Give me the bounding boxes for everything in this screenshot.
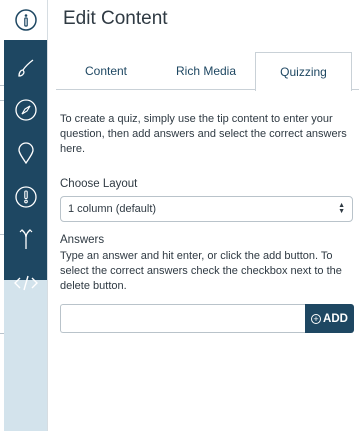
rail-button-embed[interactable] (4, 265, 47, 301)
map-pin-icon (15, 141, 37, 165)
choose-layout-label: Choose Layout (60, 178, 138, 190)
rail-button-navigate[interactable] (4, 90, 47, 130)
add-answer-row: + ADD (60, 304, 354, 333)
answer-input[interactable] (60, 304, 305, 333)
tab-divider (351, 89, 359, 90)
rail-button-info[interactable] (4, 0, 47, 40)
icon-rail (4, 0, 47, 431)
plus-circle-icon: + (311, 313, 322, 324)
tab-rich-media[interactable]: Rich Media (156, 52, 256, 90)
rail-button-alert[interactable] (4, 177, 47, 217)
info-icon (14, 8, 38, 32)
rail-button-location[interactable] (4, 133, 47, 173)
layout-select[interactable]: 1 column (default) ▲ ▼ (60, 196, 353, 222)
panel-title: Edit Content (63, 8, 168, 29)
add-button-label: ADD (323, 312, 348, 325)
layout-select-value: 1 column (default) (68, 203, 157, 215)
tab-content[interactable]: Content (56, 52, 156, 90)
alert-icon (14, 185, 38, 209)
tab-bar: Content Rich Media Quizzing (48, 52, 359, 91)
answers-help-text: Type an answer and hit enter, or click t… (60, 250, 342, 292)
brush-icon (15, 57, 37, 79)
select-arrows-icon: ▲ ▼ (338, 202, 345, 215)
compass-icon (14, 98, 38, 122)
rail-button-style[interactable] (4, 48, 47, 88)
tab-quizzing[interactable]: Quizzing (255, 52, 352, 91)
add-answer-button[interactable]: + ADD (305, 304, 354, 333)
quiz-section: To create a quiz, simply use the tip con… (60, 112, 354, 157)
edit-content-panel: Edit Content Content Rich Media Quizzing… (47, 0, 359, 431)
code-icon (13, 273, 39, 293)
branch-icon (15, 227, 37, 251)
answers-label: Answers (60, 234, 105, 246)
rail-button-branch[interactable] (4, 219, 47, 259)
quiz-description: To create a quiz, simply use the tip con… (60, 113, 347, 155)
